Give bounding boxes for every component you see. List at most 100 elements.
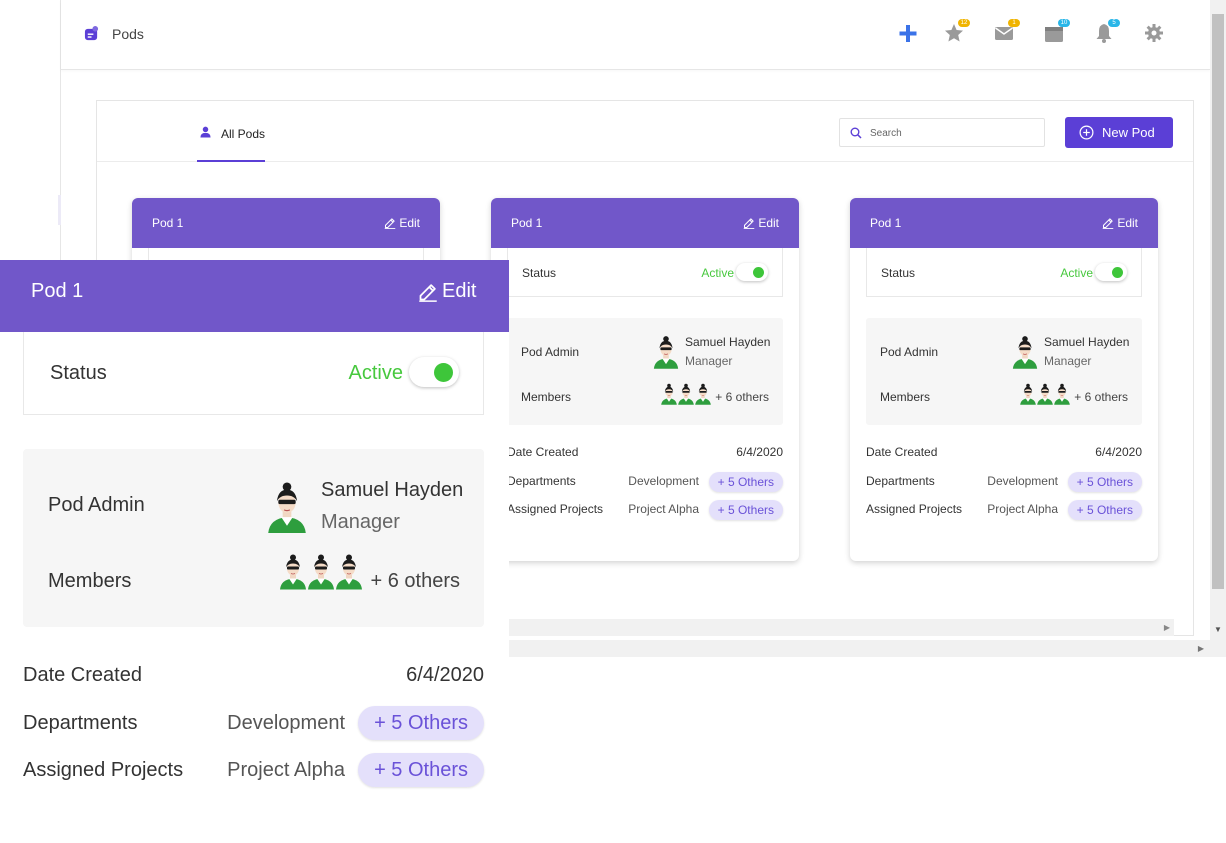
sidebar-active-indicator <box>58 195 61 225</box>
member-avatars[interactable] <box>660 383 711 405</box>
notifications-badge: 5 <box>1108 19 1120 27</box>
page-title: Pods <box>112 26 144 42</box>
card-title: Pod 1 <box>511 216 543 230</box>
members-more-count[interactable]: + 6 others <box>370 570 460 593</box>
admin-name: Samuel Hayden <box>321 479 464 501</box>
tab-label: All Pods <box>221 127 266 141</box>
date-created-label: Date Created <box>23 664 142 686</box>
departments-more-pill[interactable]: + 5 Others <box>708 472 783 492</box>
assigned-projects-row: Assigned Projects Project Alpha + 5 Othe… <box>507 500 783 520</box>
edit-pencil-icon <box>743 217 755 229</box>
avatar <box>1019 383 1037 405</box>
scroll-down-arrow-icon[interactable]: ▼ <box>1214 625 1222 634</box>
date-created-label: Date Created <box>507 445 579 459</box>
user-icon <box>200 126 211 138</box>
date-created-label: Date Created <box>866 445 938 459</box>
departments-value: Development <box>227 712 345 734</box>
new-pod-button[interactable]: New Pod <box>1065 117 1173 148</box>
tab-bar: All Pods New Pod <box>97 101 1193 162</box>
members-more-count[interactable]: + 6 others <box>715 390 769 404</box>
edit-button[interactable]: Edit <box>743 216 779 230</box>
date-created-value: 6/4/2020 <box>736 445 783 459</box>
departments-row: Departments Development + 5 Others <box>866 472 1142 492</box>
pod-card[interactable]: Pod 1 Edit Status Active Pod Admin Samue… <box>850 198 1158 561</box>
avatar <box>1036 383 1054 405</box>
admin-section: Pod Admin Samuel Hayden Manager Members … <box>507 318 783 425</box>
search-icon <box>850 127 862 139</box>
messages-button[interactable]: 1 <box>993 19 1020 44</box>
card-title: Pod 1 <box>870 216 902 230</box>
projects-more-pill[interactable]: + 5 Others <box>1067 500 1142 520</box>
page-vertical-scrollbar[interactable]: ▼ <box>1210 0 1226 640</box>
assigned-projects-row: Assigned Projects Project Alpha + 5 Othe… <box>23 753 484 787</box>
status-value: Active <box>701 266 734 280</box>
pod-admin-label: Pod Admin <box>521 345 580 359</box>
edit-button[interactable]: Edit <box>1102 216 1138 230</box>
assigned-projects-row: Assigned Projects Project Alpha + 5 Othe… <box>866 500 1142 520</box>
cards-horizontal-scrollbar[interactable]: ▶ <box>509 619 1174 636</box>
notifications-button[interactable]: 5 <box>1093 19 1120 44</box>
settings-gear-icon[interactable] <box>1143 22 1165 44</box>
toggle-knob <box>753 267 764 278</box>
card-title: Pod 1 <box>31 280 84 302</box>
members-label: Members <box>880 390 931 404</box>
status-section: Status Active <box>507 248 783 297</box>
admin-section: Pod Admin Samuel Hayden Manager Members … <box>23 449 484 627</box>
scroll-right-arrow-icon[interactable]: ▶ <box>1164 623 1170 632</box>
avatar[interactable] <box>652 335 680 369</box>
assigned-projects-value: Project Alpha <box>628 502 699 516</box>
assigned-projects-label: Assigned Projects <box>23 759 184 781</box>
departments-row: Departments Development + 5 Others <box>507 472 783 492</box>
edit-label: Edit <box>1117 216 1138 230</box>
admin-role: Manager <box>685 354 733 368</box>
scrollbar-thumb[interactable] <box>1212 14 1224 589</box>
status-toggle[interactable] <box>736 263 768 281</box>
pod-admin-label: Pod Admin <box>880 345 939 359</box>
favorites-button[interactable]: 12 <box>943 19 970 44</box>
departments-row: Departments Development + 5 Others <box>23 706 484 740</box>
add-icon[interactable] <box>897 22 919 44</box>
calendar-button[interactable]: 10 <box>1043 19 1070 44</box>
search-box[interactable] <box>839 118 1045 147</box>
member-avatars[interactable] <box>1019 383 1070 405</box>
status-toggle[interactable] <box>1095 263 1127 281</box>
projects-more-pill[interactable]: + 5 Others <box>358 753 484 787</box>
avatar[interactable] <box>263 481 311 533</box>
toggle-knob <box>434 363 453 382</box>
admin-name: Samuel Hayden <box>1044 335 1130 349</box>
departments-more-pill[interactable]: + 5 Others <box>1067 472 1142 492</box>
members-more-count[interactable]: + 6 others <box>1074 390 1128 404</box>
member-avatars[interactable] <box>278 553 362 590</box>
projects-more-pill[interactable]: + 5 Others <box>708 500 783 520</box>
edit-label: Edit <box>758 216 779 230</box>
page-horizontal-scrollbar[interactable]: ▶ <box>509 640 1226 657</box>
card-header: Pod 1 Edit <box>850 198 1158 248</box>
status-toggle[interactable] <box>409 357 459 387</box>
assigned-projects-value: Project Alpha <box>227 759 345 781</box>
status-value: Active <box>1060 266 1093 280</box>
edit-button[interactable]: Edit <box>418 280 476 303</box>
scroll-right-arrow-icon[interactable]: ▶ <box>1198 644 1204 653</box>
edit-label: Edit <box>399 216 420 230</box>
edit-button[interactable]: Edit <box>384 216 420 230</box>
departments-label: Departments <box>866 474 935 488</box>
admin-name: Samuel Hayden <box>685 335 771 349</box>
date-created-value: 6/4/2020 <box>1095 445 1142 459</box>
top-bar: Pods 12 1 10 5 <box>61 0 1210 70</box>
calendar-badge: 10 <box>1058 19 1070 27</box>
date-created-value: 6/4/2020 <box>406 664 484 686</box>
status-value: Active <box>348 362 403 384</box>
new-pod-label: New Pod <box>1102 125 1155 140</box>
status-label: Status <box>522 266 557 280</box>
card-header: Pod 1 Edit <box>491 198 799 248</box>
avatar[interactable] <box>1011 335 1039 369</box>
edit-label: Edit <box>442 280 477 302</box>
pod-card[interactable]: Pod 1 Edit Status Active Pod Admin Samue… <box>491 198 799 561</box>
status-label: Status <box>881 266 916 280</box>
assigned-projects-label: Assigned Projects <box>866 502 963 516</box>
date-created-row: Date Created 6/4/2020 <box>23 658 484 692</box>
departments-more-pill[interactable]: + 5 Others <box>358 706 484 740</box>
search-input[interactable] <box>870 124 1040 142</box>
tab-all-pods[interactable]: All Pods <box>197 101 265 162</box>
card-header: Pod 1 Edit <box>132 198 440 248</box>
